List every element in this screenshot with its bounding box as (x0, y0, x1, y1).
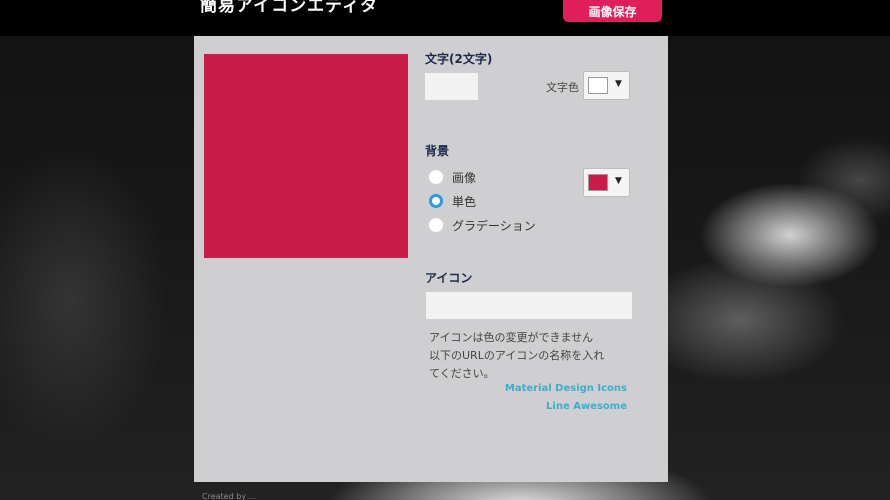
text-input[interactable] (425, 73, 478, 100)
top-bar: 簡易アイコンエディタ 画像保存 (0, 0, 890, 36)
radio-gradient[interactable] (429, 218, 443, 232)
footer-text: Created by ... (202, 492, 257, 500)
text-color-label: 文字色 (546, 81, 579, 94)
radio-solid[interactable] (429, 194, 443, 208)
icon-name-input[interactable] (426, 292, 632, 319)
background-option-gradient[interactable]: グラデーション (429, 216, 536, 234)
background-section-label: 背景 (425, 144, 450, 158)
radio-image[interactable] (429, 170, 443, 184)
text-color-picker[interactable]: ▼ (583, 71, 630, 100)
line-awesome-link[interactable]: Line Awesome (546, 401, 627, 412)
app-title: 簡易アイコンエディタ (200, 0, 378, 16)
background-color-swatch (588, 174, 608, 191)
radio-label: グラデーション (452, 218, 536, 233)
save-image-button[interactable]: 画像保存 (563, 0, 662, 22)
background-option-solid[interactable]: 単色 (429, 192, 476, 210)
icon-section-label: アイコン (425, 271, 473, 285)
icon-help-text: てください。 (429, 367, 495, 380)
chevron-down-icon: ▼ (615, 79, 622, 89)
chevron-down-icon: ▼ (615, 176, 622, 186)
icon-help-text: アイコンは色の変更ができません (429, 331, 594, 344)
material-design-icons-link[interactable]: Material Design Icons (505, 383, 627, 394)
text-color-swatch (588, 77, 608, 94)
background-color-picker[interactable]: ▼ (583, 168, 630, 197)
icon-preview (204, 54, 408, 258)
icon-help-text: 以下のURLのアイコンの名称を入れ (429, 349, 605, 362)
background-option-image[interactable]: 画像 (429, 168, 476, 186)
radio-label: 画像 (452, 170, 477, 185)
radio-label: 単色 (452, 194, 477, 209)
text-section-label: 文字(2文字) (425, 52, 493, 66)
editor-panel: 文字(2文字) 文字色 ▼ 背景 画像 単色 グラデーション ▼ アイコン アイ… (194, 36, 668, 482)
